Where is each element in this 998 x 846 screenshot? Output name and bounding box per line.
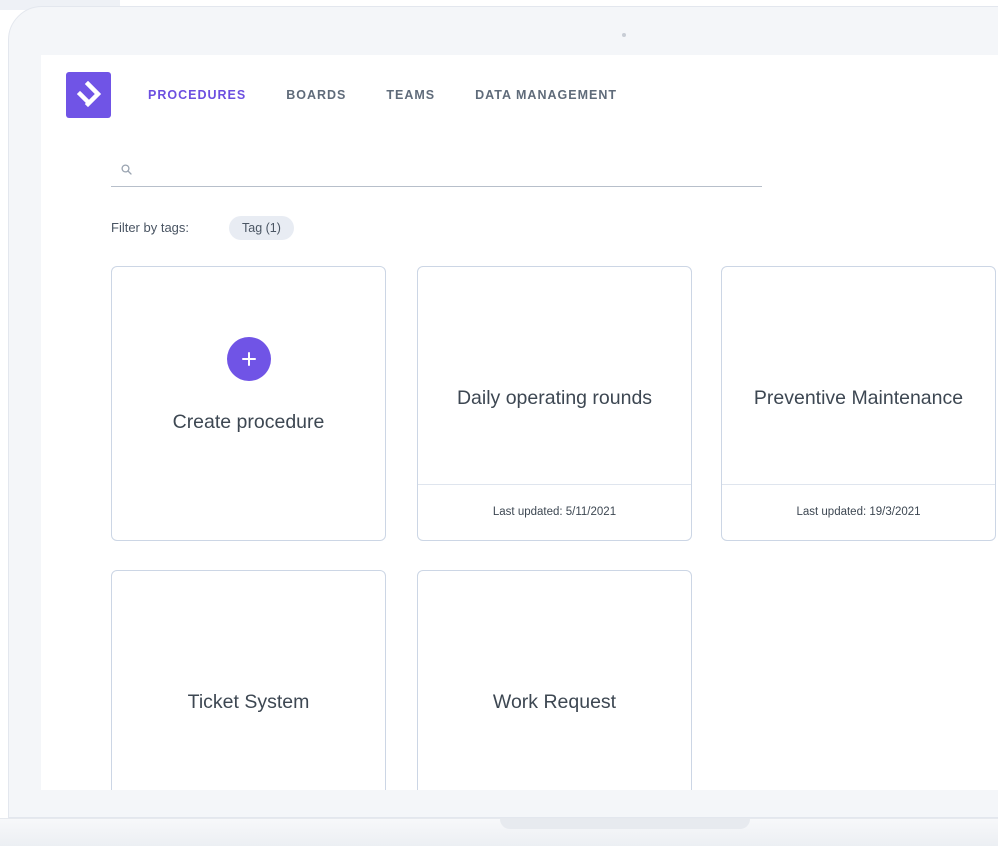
nav-data-management[interactable]: DATA MANAGEMENT [475,88,617,102]
search-bar [111,152,762,187]
app-screen: PROCEDURES BOARDS TEAMS DATA MANAGEMENT … [41,55,998,790]
create-procedure-label: Create procedure [172,411,325,433]
procedure-title: Work Request [492,691,617,713]
filter-label: Filter by tags: [111,220,190,235]
plus-icon[interactable] [227,337,271,381]
laptop-notch [500,819,750,829]
logo-icon [76,81,101,108]
nav-teams[interactable]: TEAMS [386,88,435,102]
procedure-last-updated: Last updated: 5/11/2021 [418,484,691,540]
create-procedure-card[interactable]: Create procedure [111,266,386,541]
app-logo[interactable] [66,72,111,118]
procedure-title: Daily operating rounds [456,387,653,409]
laptop-camera [622,33,626,37]
nav-boards[interactable]: BOARDS [286,88,346,102]
procedure-card-ticket-system[interactable]: Ticket System [111,570,386,790]
procedure-card-work-request[interactable]: Work Request [417,570,692,790]
main-nav: PROCEDURES BOARDS TEAMS DATA MANAGEMENT [148,88,657,102]
nav-procedures[interactable]: PROCEDURES [148,88,246,102]
laptop-base [0,818,998,846]
procedure-title: Ticket System [187,691,310,713]
search-input[interactable] [141,156,745,182]
procedure-card-daily-operating-rounds[interactable]: Daily operating rounds Last updated: 5/1… [417,266,692,541]
search-icon [121,162,132,180]
procedure-title: Preventive Maintenance [753,387,964,409]
procedure-last-updated: Last updated: 19/3/2021 [722,484,995,540]
tag-filter-chip[interactable]: Tag (1) [229,216,294,240]
procedure-card-preventive-maintenance[interactable]: Preventive Maintenance Last updated: 19/… [721,266,996,541]
